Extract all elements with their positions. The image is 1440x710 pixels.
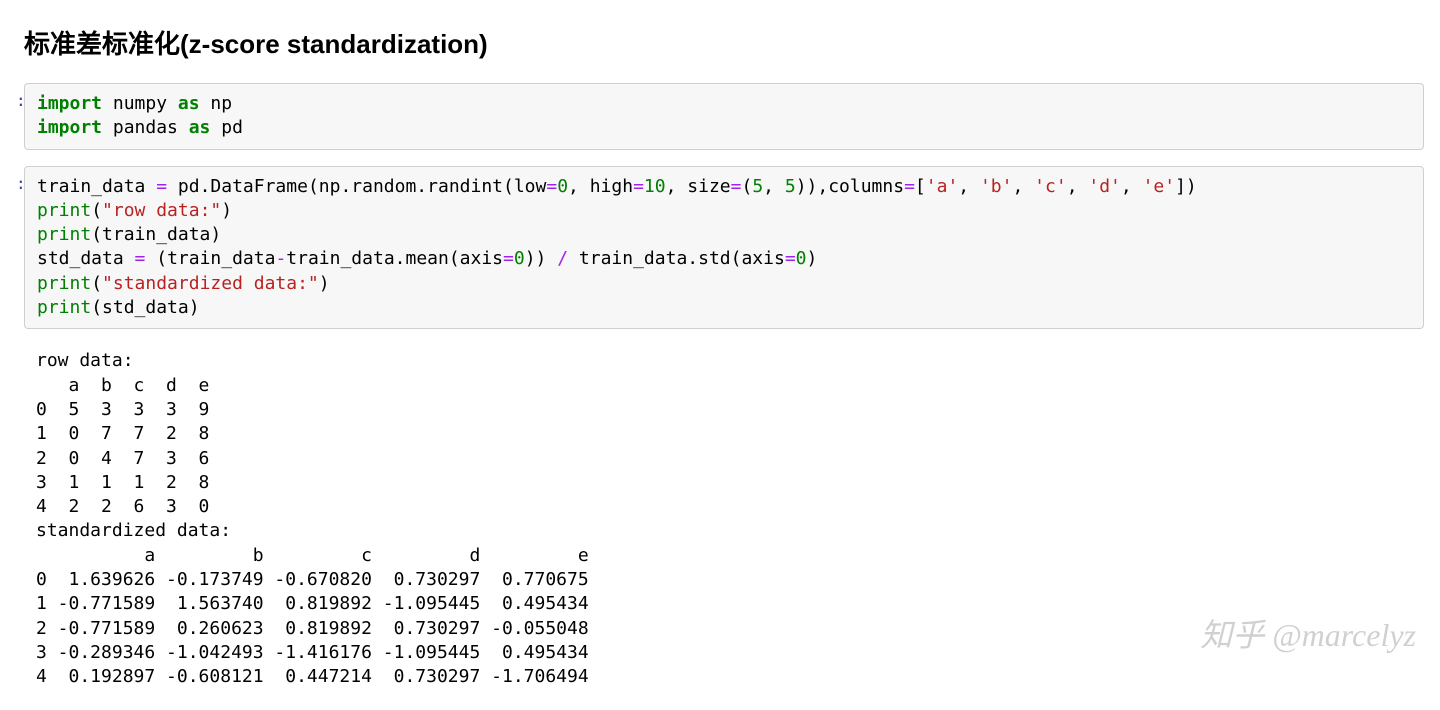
- code-cell-2[interactable]: train_data = pd.DataFrame(np.random.rand…: [24, 166, 1424, 330]
- code-cell-1[interactable]: import numpy as np import pandas as pd: [24, 83, 1424, 150]
- prompt-marker-2: :: [16, 166, 24, 330]
- section-heading: 标准差标准化(z-score standardization): [24, 24, 1424, 61]
- prompt-marker-1: :: [16, 83, 24, 150]
- code-cell-1-wrap: : import numpy as np import pandas as pd: [16, 83, 1424, 150]
- cell-output: row data: a b c d e 0 5 3 3 3 9 1 0 7 7 …: [24, 345, 1424, 693]
- code-cell-2-wrap: : train_data = pd.DataFrame(np.random.ra…: [16, 166, 1424, 330]
